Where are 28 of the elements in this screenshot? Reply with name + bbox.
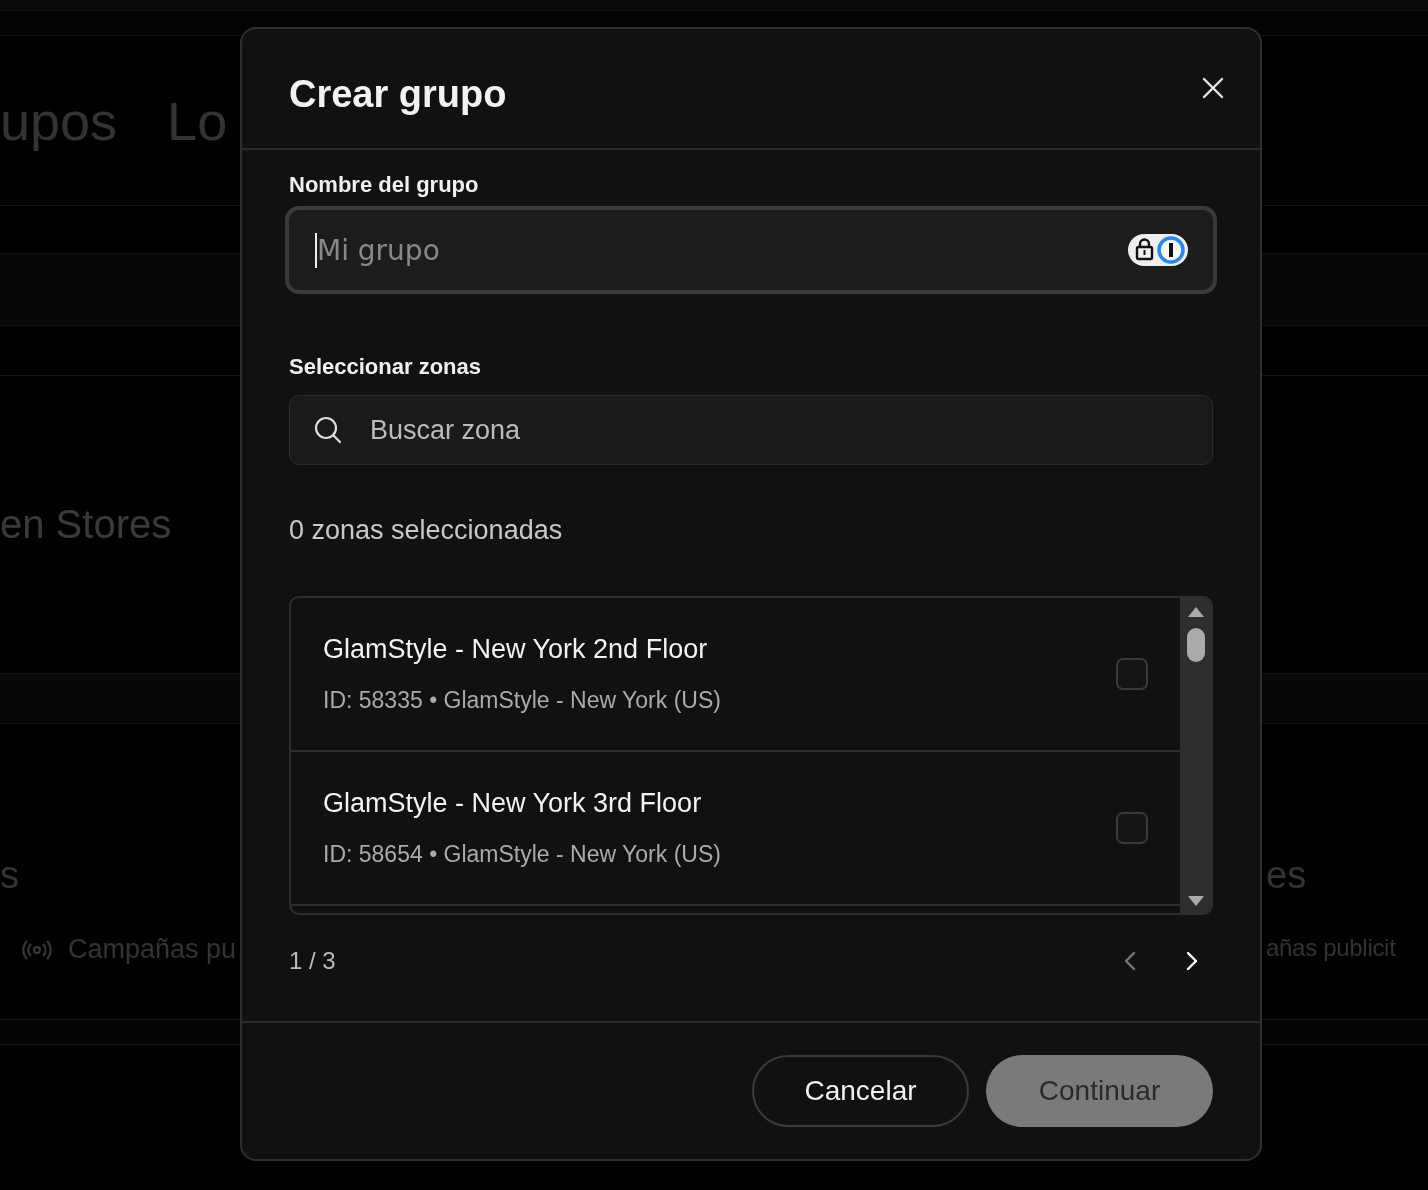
checkbox[interactable] <box>1116 658 1148 690</box>
zone-name: GlamStyle - New York 2nd Floor <box>323 636 709 663</box>
zone-row[interactable]: GlamStyle - New York 3rd Floor ID: 58654 • GlamStyle - New York (US) <box>291 752 1180 906</box>
search-icon <box>314 416 342 444</box>
field-label: Seleccionar zonas <box>289 356 482 378</box>
scroll-down-icon[interactable] <box>1186 895 1205 907</box>
cancel-button[interactable]: Cancelar <box>752 1055 969 1127</box>
zone-name: GlamStyle - New York 3rd Floor <box>323 790 703 817</box>
zone-row[interactable]: GlamStyle - New York 2nd Floor ID: 58335 • GlamStyle - New York (US) <box>291 598 1180 752</box>
store-name: en Stores <box>0 502 172 546</box>
field-label: Nombre del grupo <box>289 174 480 196</box>
password-manager-icon[interactable] <box>1127 233 1189 267</box>
zone-details: ID: 58654 • GlamStyle - New York (US) <box>323 843 721 866</box>
next-page-icon[interactable] <box>1185 950 1199 972</box>
name-input[interactable]: Mi grupo <box>315 232 1127 268</box>
page-indicator: 1 / 3 <box>289 947 337 975</box>
name-input-field[interactable]: Mi grupo <box>285 206 1217 294</box>
checkbox[interactable] <box>1116 812 1148 844</box>
search-field[interactable]: Buscar zona <box>289 395 1213 465</box>
scrollbar[interactable] <box>1180 598 1211 913</box>
close-icon[interactable] <box>1202 77 1224 99</box>
zone-details: ID: 58335 • GlamStyle - New York (US) <box>323 689 721 712</box>
broadcast-icon <box>22 938 52 961</box>
search-input[interactable]: Buscar zona <box>368 413 1212 447</box>
selected-count: 0 zonas seleccionadas <box>289 517 564 544</box>
dialog-title: Crear grupo <box>289 75 507 113</box>
scroll-up-icon[interactable] <box>1186 606 1205 618</box>
scroll-thumb[interactable] <box>1186 628 1205 662</box>
